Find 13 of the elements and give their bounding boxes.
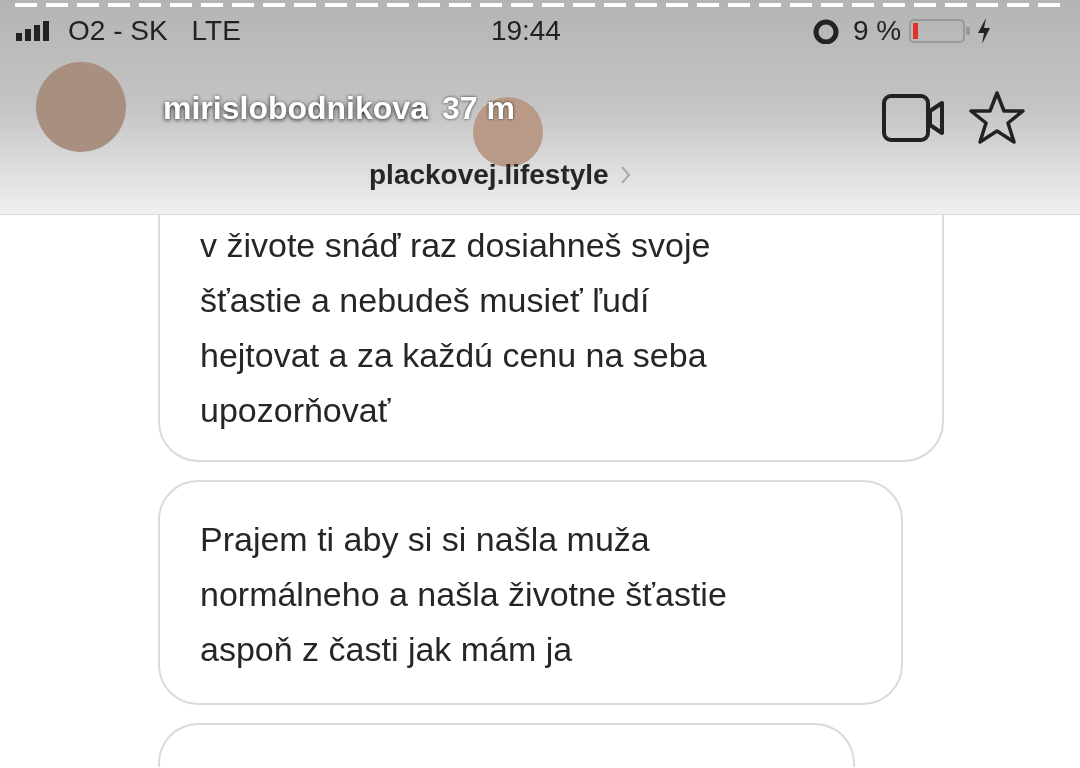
shared-account-link[interactable]: plackovej.lifestyle xyxy=(369,154,609,196)
message-text: Prajem ti aby si si našla muža normálneho a našla životne šťastie aspoň z časti jak mám ja xyxy=(200,519,728,670)
network-text: LTE xyxy=(191,14,241,48)
carrier-text: O2 - SK xyxy=(68,14,168,48)
alarm-icon xyxy=(812,18,839,44)
star-icon[interactable] xyxy=(968,90,1026,146)
clock-text: 19:44 xyxy=(490,14,561,48)
battery-icon xyxy=(909,18,972,44)
story-age-text: 37 m xyxy=(441,89,515,128)
battery-percent: 9 % xyxy=(852,14,902,48)
message-text: v živote snáď raz dosiahneš svoje šťastie a nebudeš musieť ľudí hejtovat a za každú cenu na seba upozorňovať xyxy=(200,225,712,431)
charging-icon xyxy=(977,18,992,44)
video-camera-icon[interactable] xyxy=(882,92,946,144)
